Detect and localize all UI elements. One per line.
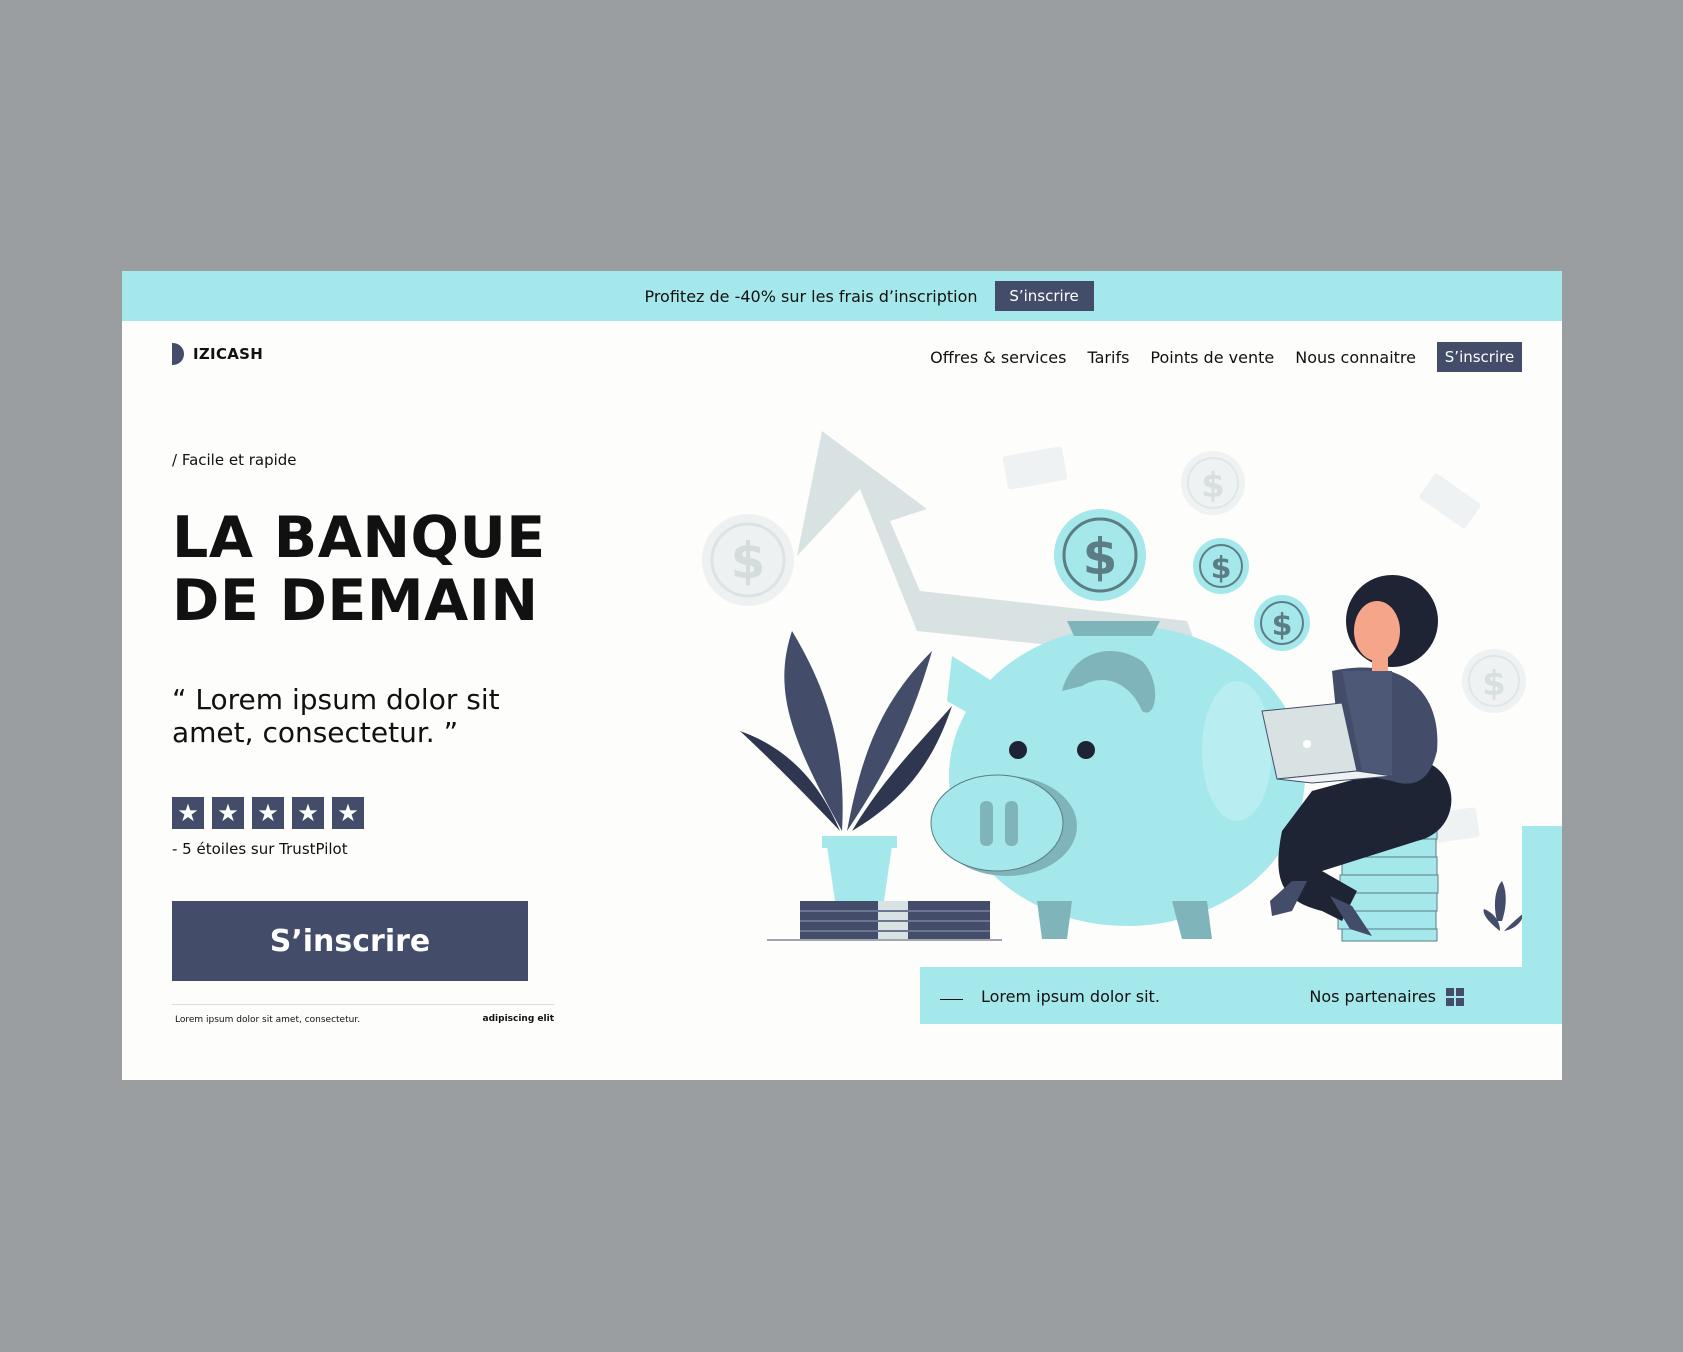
svg-text:$: $	[1482, 664, 1506, 704]
divider	[172, 1004, 554, 1005]
promo-text: Profitez de -40% sur les frais d’inscrip…	[644, 286, 978, 306]
grid-icon	[1446, 987, 1464, 1006]
landing-page: Profitez de -40% sur les frais d’inscrip…	[122, 271, 1562, 1080]
hero-title-line-1: LA BANQUE	[172, 505, 546, 571]
dash-line	[940, 999, 963, 1000]
hero-eyebrow: / Facile et rapide	[172, 451, 297, 469]
accent-block	[1522, 826, 1562, 971]
hero-quote-line-1: “ Lorem ipsum dolor sit	[172, 683, 500, 716]
nav-link-points-de-vente[interactable]: Points de vente	[1150, 348, 1274, 367]
brand-name: IZICASH	[193, 345, 264, 363]
nav-links: Offres & services Tarifs Points de vente…	[930, 342, 1522, 372]
hero-footer-text: Lorem ipsum dolor sit amet, consectetur.	[175, 1015, 361, 1025]
hero-quote-line-2: amet, consectetur. ”	[172, 716, 459, 749]
hero-title: LA BANQUE DE DEMAIN	[172, 507, 592, 633]
hero-quote: “ Lorem ipsum dolor sit amet, consectetu…	[172, 683, 552, 749]
star-icon: ★	[332, 797, 364, 829]
rating-caption: - 5 étoiles sur TrustPilot	[172, 840, 348, 858]
logo[interactable]: IZICASH	[172, 343, 263, 365]
star-icon: ★	[292, 797, 324, 829]
hero-signup-button[interactable]: S’inscrire	[172, 901, 528, 981]
nav-link-tarifs[interactable]: Tarifs	[1087, 348, 1129, 367]
bottom-bar: Lorem ipsum dolor sit. Nos partenaires	[920, 967, 1562, 1024]
nav-link-nous-connaitre[interactable]: Nous connaitre	[1295, 348, 1416, 367]
star-icon: ★	[212, 797, 244, 829]
rating-stars: ★ ★ ★ ★ ★	[172, 797, 364, 829]
top-nav: IZICASH Offres & services Tarifs Points …	[122, 321, 1562, 391]
logo-mark-icon	[172, 343, 184, 365]
piggy-bank-illustration: $ $ $ $ $ $	[702, 431, 1562, 991]
svg-text:$: $	[1272, 608, 1293, 643]
hero-title-line-2: DE DEMAIN	[172, 568, 539, 634]
svg-text:$: $	[1083, 528, 1118, 586]
hero-footer-tagline: adipiscing elit	[482, 1014, 554, 1024]
partners-link[interactable]: Nos partenaires	[1309, 987, 1464, 1006]
bottom-bar-text: Lorem ipsum dolor sit.	[981, 987, 1160, 1006]
nav-link-offres[interactable]: Offres & services	[930, 348, 1066, 367]
svg-text:$: $	[1211, 551, 1232, 586]
star-icon: ★	[252, 797, 284, 829]
svg-text:$: $	[1201, 466, 1225, 506]
promo-signup-button[interactable]: S’inscrire	[994, 281, 1094, 311]
promo-banner: Profitez de -40% sur les frais d’inscrip…	[122, 271, 1562, 321]
svg-text:$: $	[731, 532, 766, 590]
star-icon: ★	[172, 797, 204, 829]
nav-signup-button[interactable]: S’inscrire	[1437, 342, 1522, 372]
partners-label: Nos partenaires	[1309, 987, 1436, 1006]
